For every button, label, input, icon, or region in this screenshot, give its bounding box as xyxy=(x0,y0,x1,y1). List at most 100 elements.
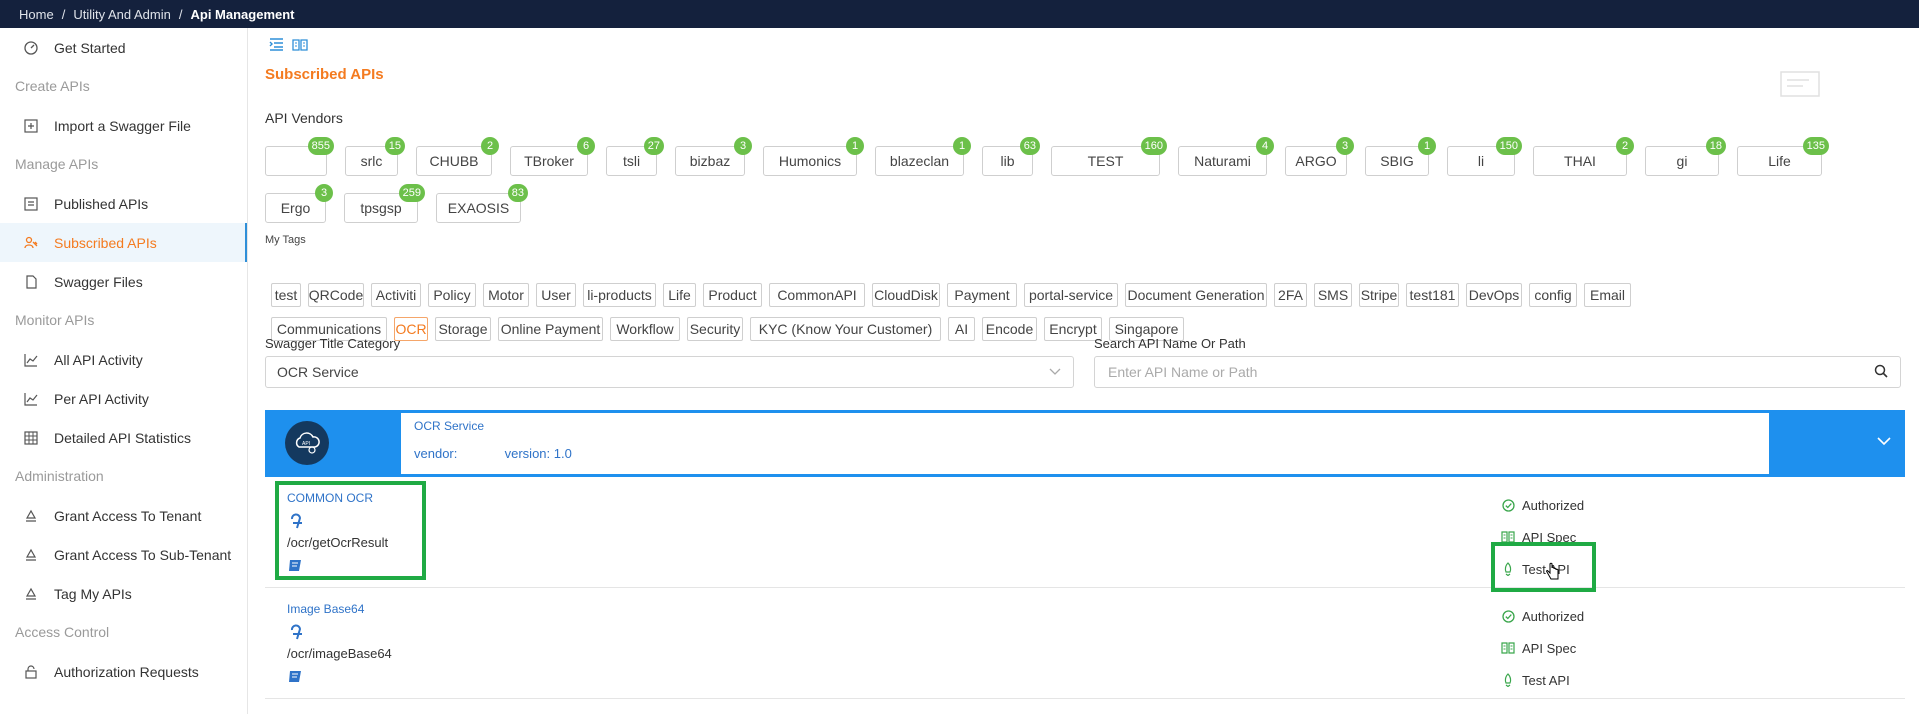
breadcrumb-home[interactable]: Home xyxy=(19,7,54,22)
api-spec-link[interactable]: API Spec xyxy=(1501,632,1584,664)
vendor-chip[interactable]: CHUBB 2 xyxy=(416,137,499,176)
grant-icon xyxy=(23,547,39,563)
sidebar-item-per-activity[interactable]: Per API Activity xyxy=(0,379,247,418)
tag-chip[interactable]: CommonAPI xyxy=(769,283,865,307)
highlight-test-api xyxy=(1491,542,1596,592)
tag-chip[interactable]: CloudDisk xyxy=(872,283,940,307)
vendor-chip[interactable]: li 150 xyxy=(1447,137,1522,176)
api-name[interactable]: Image Base64 xyxy=(287,602,364,616)
vendor-chip[interactable]: Life 135 xyxy=(1737,137,1829,176)
vendor-count-badge: 2 xyxy=(481,137,499,155)
vendor-name: tpsgsp xyxy=(360,200,402,216)
vendor-name: Ergo xyxy=(280,200,311,216)
tag-chip[interactable]: Activiti xyxy=(371,283,421,307)
tag-chip[interactable]: Motor xyxy=(483,283,529,307)
list-view-icon[interactable] xyxy=(269,38,284,56)
tag-chip[interactable]: Policy xyxy=(428,283,476,307)
breadcrumb-utility-admin[interactable]: Utility And Admin xyxy=(73,7,171,22)
tag-chip[interactable]: KYC (Know Your Customer) xyxy=(750,317,941,341)
vendor-chip[interactable]: EXAOSIS 83 xyxy=(436,184,528,223)
category-select[interactable]: OCR Service xyxy=(265,356,1074,388)
sidebar-item-label: Subscribed APIs xyxy=(54,234,157,251)
api-actions: Authorized API Spec Test API xyxy=(1501,600,1584,696)
tag-chip[interactable]: test xyxy=(271,283,301,307)
sidebar-item-tag-apis[interactable]: Tag My APIs xyxy=(0,574,247,613)
tag-chip[interactable]: QRCode xyxy=(308,283,364,307)
vendor-chip[interactable]: 855 xyxy=(265,137,334,176)
sidebar-item-all-activity[interactable]: All API Activity xyxy=(0,340,247,379)
vendor-name: Life xyxy=(1768,153,1791,169)
tag-chip[interactable]: Email xyxy=(1584,283,1631,307)
sidebar-item-grant-tenant[interactable]: Grant Access To Tenant xyxy=(0,496,247,535)
tag-chip[interactable]: 2FA xyxy=(1274,283,1307,307)
svg-text:API: API xyxy=(302,441,310,447)
sidebar-item-get-started[interactable]: Get Started xyxy=(0,28,247,67)
tag-chip[interactable]: SMS xyxy=(1314,283,1352,307)
sidebar-item-grant-subtenant[interactable]: Grant Access To Sub-Tenant xyxy=(0,535,247,574)
documentation-icon[interactable] xyxy=(288,670,303,688)
sidebar-section-admin: Administration xyxy=(15,468,104,484)
vendor-chip[interactable]: bizbaz 3 xyxy=(675,137,752,176)
vendor-chip[interactable]: srlc 15 xyxy=(345,137,405,176)
tag-chip[interactable]: config xyxy=(1529,283,1577,307)
tag-chip[interactable]: li-products xyxy=(583,283,656,307)
vendor-count-badge: 3 xyxy=(734,137,752,155)
tag-chip[interactable]: Storage xyxy=(435,317,491,341)
test-api-button[interactable]: Test API xyxy=(1501,664,1584,696)
vendor-name: CHUBB xyxy=(429,153,479,169)
vendor-chip[interactable]: Ergo 3 xyxy=(265,184,333,223)
search-icon[interactable] xyxy=(1874,364,1888,383)
tag-chip[interactable]: Security xyxy=(687,317,743,341)
vendor-name: gi xyxy=(1676,153,1688,169)
vendor-chip[interactable]: Humonics 1 xyxy=(763,137,864,176)
tag-chip[interactable]: Workflow xyxy=(610,317,680,341)
vendor-chip[interactable]: Naturami 4 xyxy=(1178,137,1274,176)
tag-chip[interactable]: Life xyxy=(663,283,696,307)
vendor-chip[interactable]: gi 18 xyxy=(1645,137,1726,176)
sidebar-item-swagger-files[interactable]: Swagger Files xyxy=(0,262,247,301)
tag-chip[interactable]: Product xyxy=(703,283,762,307)
vendor-chip[interactable]: TEST 160 xyxy=(1051,137,1167,176)
tag-chip[interactable]: test181 xyxy=(1406,283,1459,307)
book-view-icon[interactable] xyxy=(292,38,308,56)
search-input[interactable] xyxy=(1106,363,1850,381)
table-icon xyxy=(23,430,39,446)
sidebar-item-auth-requests[interactable]: Authorization Requests xyxy=(0,652,247,691)
vendor-chip[interactable]: lib 63 xyxy=(982,137,1040,176)
sidebar-item-label: Swagger Files xyxy=(54,273,143,290)
vendor-chip[interactable]: TBroker 6 xyxy=(510,137,595,176)
vendor-chip[interactable]: tsli 27 xyxy=(606,137,664,176)
vendor-count-badge: 3 xyxy=(1336,137,1354,155)
vendor-count-badge: 27 xyxy=(643,137,664,155)
tag-chip[interactable]: Payment xyxy=(947,283,1017,307)
sidebar-item-detailed-stats[interactable]: Detailed API Statistics xyxy=(0,418,247,457)
tag-chip[interactable]: DevOps xyxy=(1466,283,1522,307)
service-header[interactable]: API OCR Service vendor: version: 1.0 xyxy=(265,410,1905,477)
vendor-count-badge: 259 xyxy=(398,184,425,202)
sidebar-item-published[interactable]: Published APIs xyxy=(0,184,247,223)
breadcrumb-separator: / xyxy=(61,6,66,22)
vendor-count-badge: 3 xyxy=(315,184,333,202)
vendor-chip[interactable]: tpsgsp 259 xyxy=(344,184,425,223)
vendor-count-badge: 855 xyxy=(307,137,334,155)
vendor-chip[interactable]: SBIG 1 xyxy=(1365,137,1436,176)
vendor-chip[interactable]: blazeclan 1 xyxy=(875,137,971,176)
tag-chip[interactable]: Document Generation xyxy=(1125,283,1267,307)
subscribe-icon xyxy=(23,235,39,251)
tag-chip[interactable]: AI xyxy=(948,317,975,341)
tag-chip[interactable]: Stripe xyxy=(1359,283,1399,307)
tag-chip[interactable]: portal-service xyxy=(1024,283,1118,307)
grant-icon xyxy=(23,508,39,524)
vendor-chip[interactable]: THAI 2 xyxy=(1533,137,1634,176)
sidebar-item-import-swagger[interactable]: Import a Swagger File xyxy=(0,106,247,145)
api-row: Image Base64 /ocr/imageBase64 Authorized… xyxy=(265,588,1905,699)
tag-chip[interactable]: Online Payment xyxy=(498,317,603,341)
vendor-chip[interactable]: ARGO 3 xyxy=(1285,137,1354,176)
tag-chip[interactable]: User xyxy=(536,283,576,307)
chevron-down-icon[interactable] xyxy=(1877,433,1891,451)
vendor-name: SBIG xyxy=(1380,153,1414,169)
sidebar-item-subscribed[interactable]: Subscribed APIs xyxy=(0,223,247,262)
tag-chip[interactable]: Encode xyxy=(982,317,1037,341)
vendor-name: Naturami xyxy=(1194,153,1251,169)
vendor-count-badge: 135 xyxy=(1802,137,1829,155)
